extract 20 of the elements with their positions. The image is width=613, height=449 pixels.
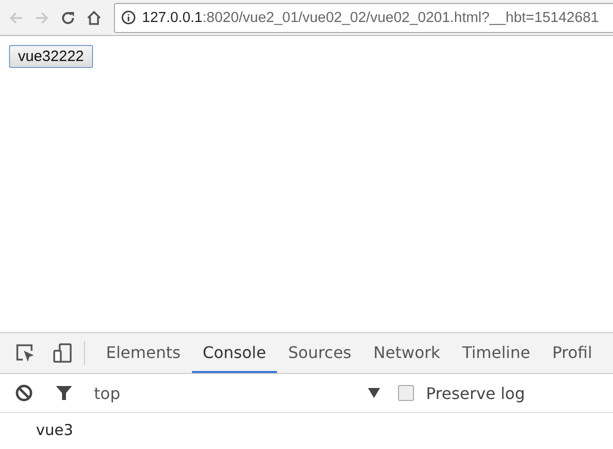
devtools-tab[interactable]: Console xyxy=(192,333,278,373)
filter-icon[interactable] xyxy=(54,383,74,403)
device-icon[interactable] xyxy=(52,342,74,364)
context-selector[interactable]: top xyxy=(94,384,368,402)
preserve-log-label[interactable]: Preserve log xyxy=(426,384,525,402)
devtools-tab[interactable]: Network xyxy=(362,333,452,373)
devtools-tab[interactable]: Profil xyxy=(541,333,604,373)
page-button[interactable]: vue32222 xyxy=(9,45,93,68)
home-icon[interactable] xyxy=(86,10,102,26)
dropdown-arrow-icon[interactable] xyxy=(368,388,380,398)
clear-icon[interactable] xyxy=(14,383,34,403)
preserve-log-checkbox[interactable] xyxy=(398,385,414,401)
inspect-icon[interactable] xyxy=(14,342,36,364)
info-icon[interactable] xyxy=(121,10,136,25)
devtools-tab[interactable]: Timeline xyxy=(451,333,542,373)
devtools-tab[interactable]: Sources xyxy=(277,333,362,373)
address-bar[interactable]: 127.0.0.1:8020/vue2_01/vue02_02/vue02_0201.html?__hbt=15142681 xyxy=(114,2,613,32)
console-message: vue3 xyxy=(36,421,74,439)
reload-icon[interactable] xyxy=(60,10,76,26)
devtools-tab[interactable]: Elements xyxy=(95,333,192,373)
